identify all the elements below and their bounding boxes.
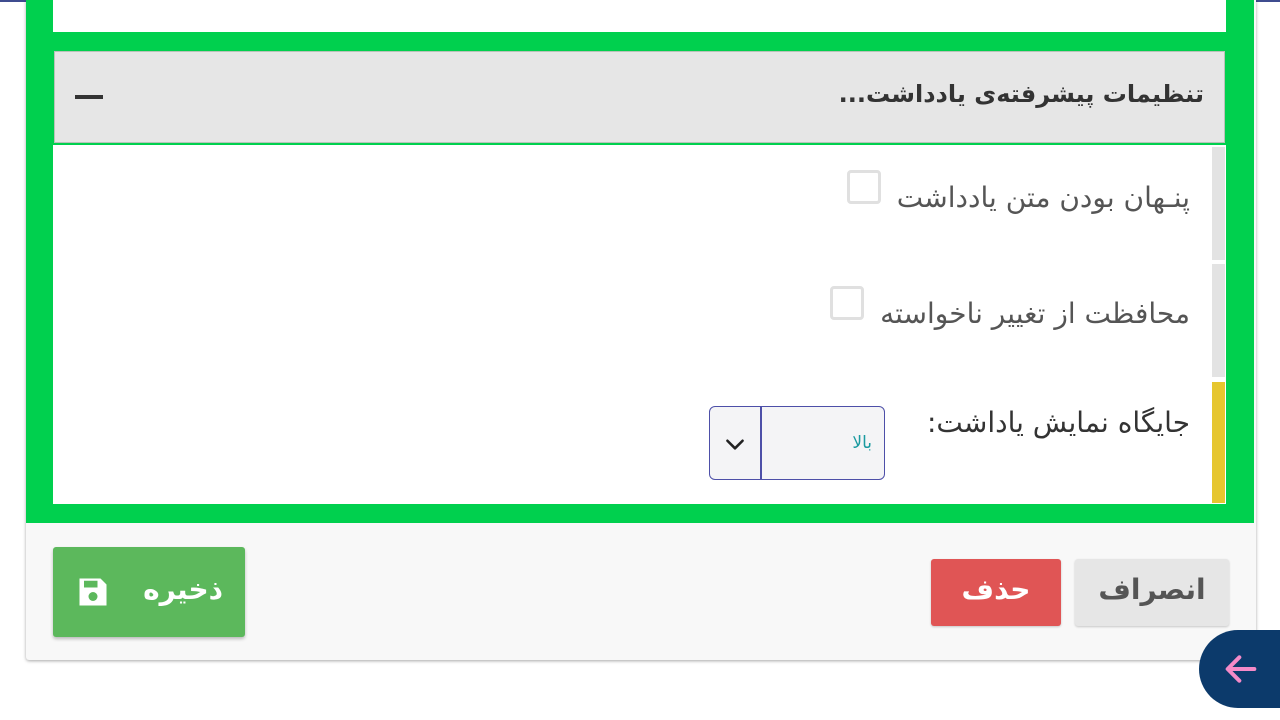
- select-divider: [760, 407, 762, 479]
- save-button[interactable]: ذخیره: [53, 547, 245, 637]
- protect-label: محافظت از تغییر ناخواسته: [880, 296, 1190, 330]
- chevron-down-icon: [726, 439, 744, 450]
- hide-text-checkbox[interactable]: [846, 170, 881, 204]
- position-option: جایگاه نمایش یاداشت:: [927, 406, 1190, 439]
- cancel-button[interactable]: انصراف: [1075, 559, 1229, 626]
- advanced-settings-header[interactable]: تنظیمات پیشرفته‌ی یادداشت...: [54, 51, 1225, 143]
- back-button[interactable]: [1199, 630, 1280, 708]
- hide-text-option: پنـهان بودن متن یادداشت: [846, 170, 1190, 214]
- floppy-disk-icon: [79, 578, 107, 606]
- cancel-label: انصراف: [1098, 573, 1206, 606]
- position-select[interactable]: بالا: [709, 406, 885, 480]
- position-select-value: بالا: [852, 433, 872, 453]
- position-label: جایگاه نمایش یاداشت:: [926, 406, 1190, 439]
- hide-text-label: پنـهان بودن متن یادداشت: [896, 180, 1190, 214]
- delete-button[interactable]: حذف: [931, 559, 1061, 626]
- delete-label: حذف: [961, 573, 1031, 606]
- previous-section: [53, 0, 1226, 32]
- arrow-left-icon: [1225, 655, 1257, 683]
- row-indicator: [1212, 264, 1225, 377]
- protect-option: محافظت از تغییر ناخواسته: [830, 286, 1190, 330]
- save-label: ذخیره: [143, 573, 223, 606]
- row-indicator: [1212, 147, 1225, 260]
- row-indicator-active: [1212, 382, 1225, 503]
- panel-title: تنظیمات پیشرفته‌ی یادداشت...: [838, 80, 1204, 108]
- minus-icon[interactable]: [75, 95, 103, 99]
- protect-checkbox[interactable]: [830, 286, 865, 320]
